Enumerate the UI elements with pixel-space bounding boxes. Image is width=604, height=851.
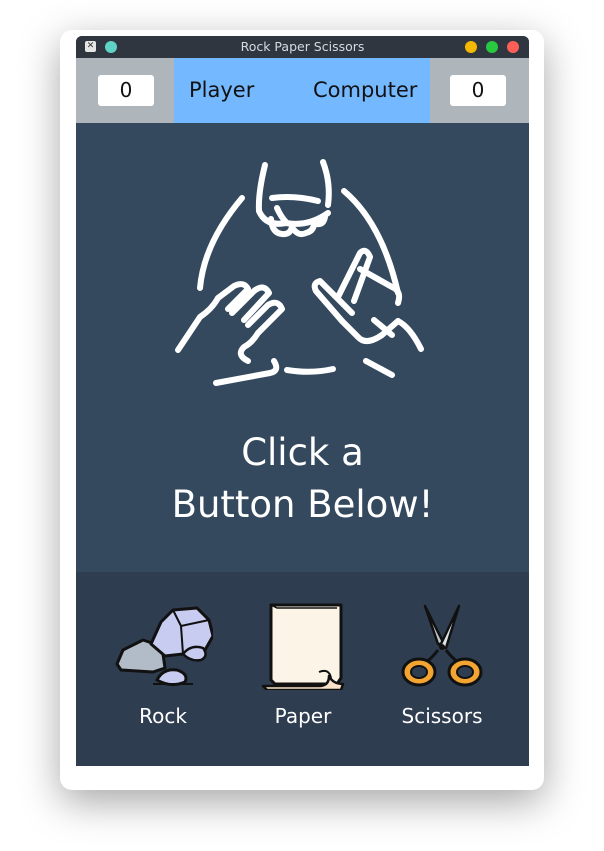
result-area: Click a Button Below! <box>76 123 529 572</box>
rock-button[interactable]: Rock <box>100 602 226 752</box>
scoreboard: 0 Player Computer 0 <box>76 58 529 123</box>
paper-label: Paper <box>274 704 332 728</box>
choice-panel: Rock Paper Scissors <box>76 572 529 766</box>
player-label: Player <box>189 78 255 102</box>
paper-button[interactable]: Paper <box>240 602 366 752</box>
scissors-button[interactable]: Scissors <box>379 602 505 752</box>
title-bar[interactable]: ✕ Rock Paper Scissors <box>76 36 529 58</box>
computer-score: 0 <box>450 75 506 106</box>
scissors-label: Scissors <box>401 704 483 728</box>
computer-label: Computer <box>313 78 418 102</box>
close-button[interactable] <box>507 41 519 53</box>
rock-paper-scissors-hands-icon <box>175 159 424 386</box>
result-message: Click a Button Below! <box>76 427 529 531</box>
app-window: ✕ Rock Paper Scissors 0 Player Computer … <box>76 36 529 766</box>
result-message-line-2: Button Below! <box>171 483 434 526</box>
minimize-button[interactable] <box>465 41 477 53</box>
player-score: 0 <box>98 75 154 106</box>
result-message-line-1: Click a <box>241 431 364 474</box>
window-title: Rock Paper Scissors <box>240 39 365 54</box>
scissors-icon <box>401 604 483 687</box>
rock-icon <box>115 606 213 687</box>
paper-icon <box>261 603 345 690</box>
maximize-button[interactable] <box>486 41 498 53</box>
rock-label: Rock <box>139 704 187 728</box>
